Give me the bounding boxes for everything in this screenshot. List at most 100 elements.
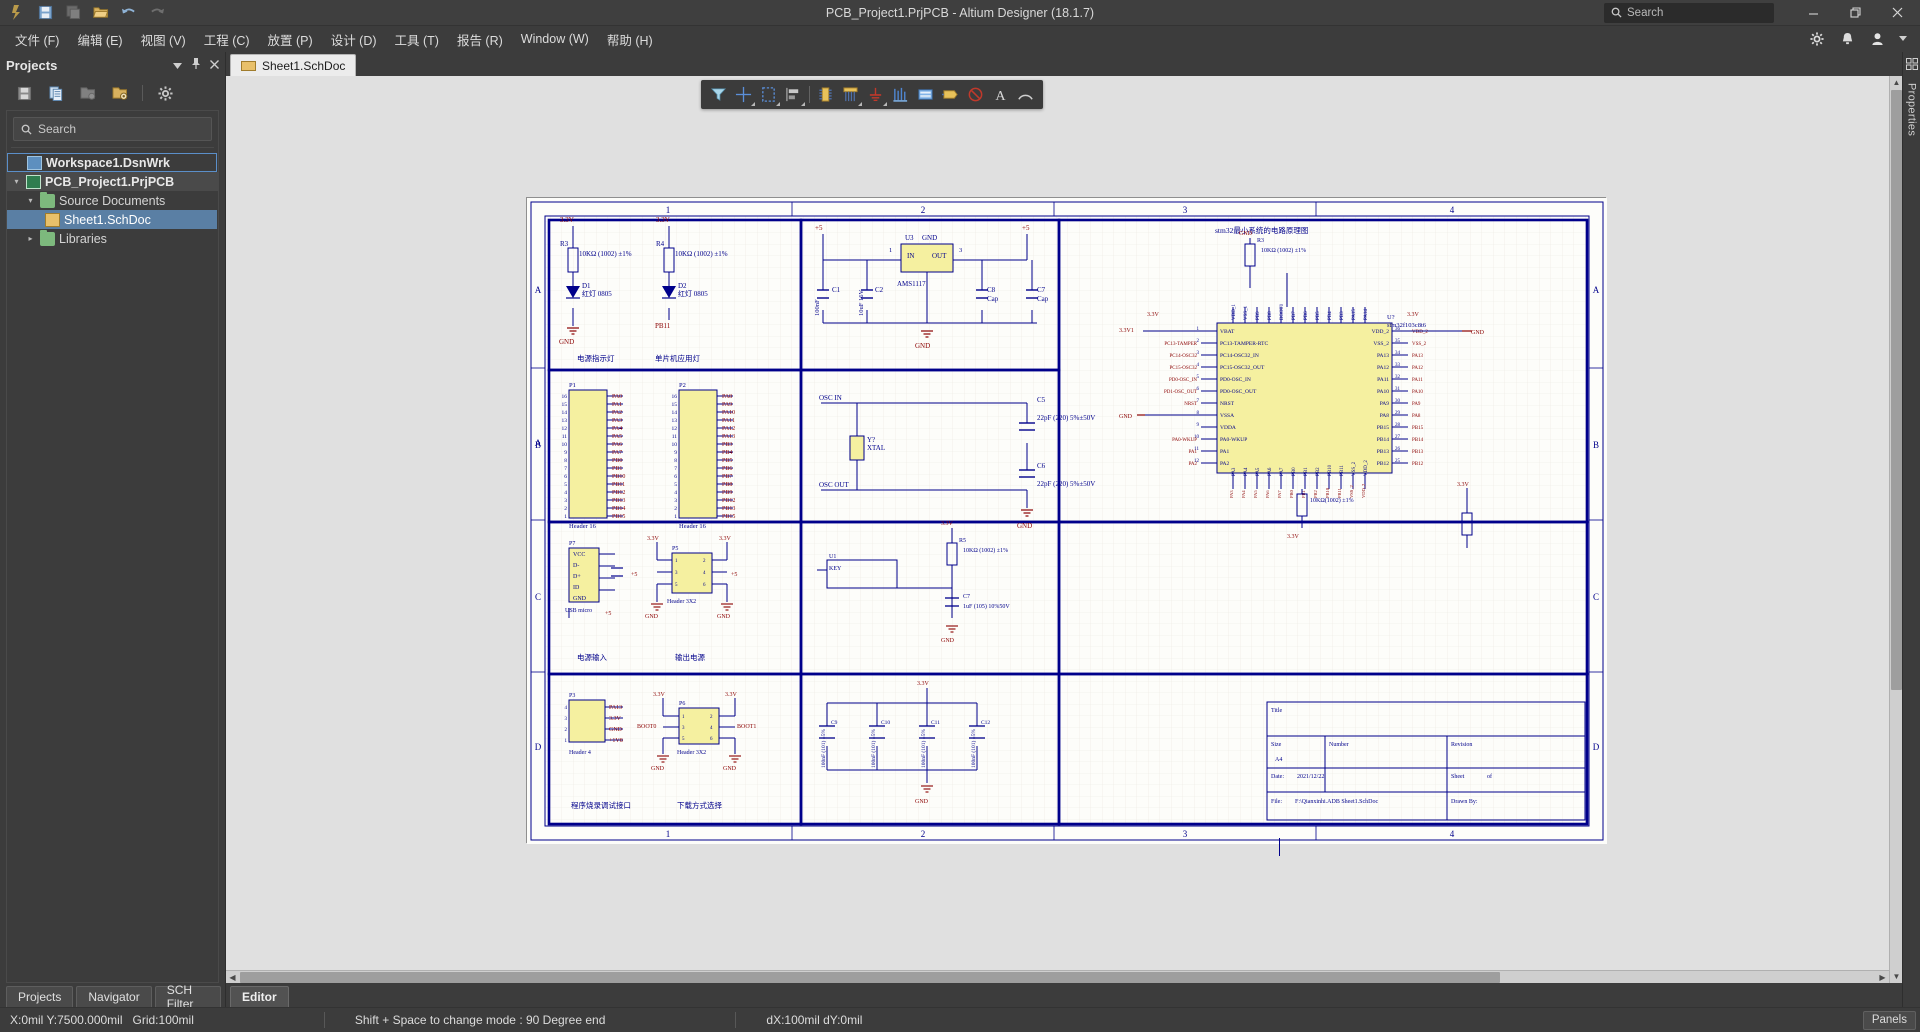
tree-item-project[interactable]: ▾ PCB_Project1.PrjPCB [7,172,218,191]
menu-tools[interactable]: 工具 (T) [386,26,448,53]
canvas-hscrollbar[interactable]: ◀ ▶ [226,970,1889,983]
menu-place[interactable]: 放置 (P) [259,26,322,53]
menu-design[interactable]: 设计 (D) [322,26,386,53]
svg-text:PB11: PB11 [655,322,671,330]
svg-text:PB12: PB12 [1377,461,1389,467]
panel-grid-icon[interactable] [1905,58,1918,73]
menu-view[interactable]: 视图 (V) [132,26,195,53]
svg-text:GND: GND [915,799,929,805]
menu-window[interactable]: Window (W) [512,28,598,50]
menu-project[interactable]: 工程 (C) [195,26,259,53]
svg-text:U1: U1 [829,554,836,560]
altium-logo-icon[interactable] [4,2,30,24]
menu-edit[interactable]: 编辑 (E) [68,26,131,53]
arc-icon[interactable] [1013,82,1038,107]
svg-text:100nF (101) ±5%: 100nF (101) ±5% [870,729,877,768]
svg-text:XTAL: XTAL [867,444,885,452]
panel-pin-icon[interactable] [191,58,201,72]
crosshair-place-icon[interactable] [731,82,756,107]
menu-reports[interactable]: 报告 (R) [448,26,512,53]
project-search-input[interactable]: Search [13,117,212,141]
svg-text:F:\Qianxinhi.ADB Sheet1.SchDoc: F:\Qianxinhi.ADB Sheet1.SchDoc [1295,799,1378,805]
source-documents-expander[interactable]: ▾ [25,196,36,205]
svg-text:PA13: PA13 [1377,353,1389,359]
restore-button[interactable] [1834,0,1876,26]
tab-navigator[interactable]: Navigator [76,986,152,1007]
tab-sch-filter[interactable]: SCH Filter [154,983,221,1011]
menu-help[interactable]: 帮助 (H) [598,26,662,53]
scroll-down-arrow[interactable]: ▼ [1890,971,1903,982]
project-options-icon[interactable] [110,83,130,103]
port-icon[interactable] [938,82,963,107]
menu-file[interactable]: 文件 (F) [6,26,68,53]
bell-icon[interactable] [1838,30,1856,48]
scroll-left-arrow[interactable]: ◀ [227,971,238,983]
copy-project-icon[interactable] [46,83,66,103]
panel-close-icon[interactable] [210,58,219,72]
align-icon[interactable] [781,82,806,107]
undo-icon[interactable] [116,2,142,24]
save-all-icon[interactable] [60,2,86,24]
svg-text:3.3V: 3.3V [1407,312,1420,318]
schematic-drawing: 1234 1234 AA x A BB CC DD [527,198,1607,844]
svg-text:PA6: PA6 [1268,467,1273,476]
gnd-power-port-icon[interactable] [863,82,888,107]
document-tab-sheet1[interactable]: Sheet1.SchDoc [230,54,357,76]
svg-text:PA15: PA15 [1352,309,1357,320]
component-icon[interactable] [813,82,838,107]
svg-text:PB0: PB0 [612,458,622,464]
user-icon[interactable] [1868,30,1886,48]
redo-icon[interactable] [144,2,170,24]
hscroll-thumb[interactable] [240,972,1500,983]
vscroll-thumb[interactable] [1891,90,1902,690]
svg-text:单片机应用灯: 单片机应用灯 [655,353,700,363]
rectangle-select-icon[interactable] [756,82,781,107]
tree-item-sheet1[interactable]: Sheet1.SchDoc [7,210,217,229]
no-erc-icon[interactable] [963,82,988,107]
filter-icon[interactable] [706,82,731,107]
svg-text:+5: +5 [1022,224,1030,232]
project-expander[interactable]: ▾ [11,177,22,186]
tree-item-libraries[interactable]: ▸ Libraries [7,229,218,248]
editor-button[interactable]: Editor [230,986,289,1007]
svg-text:PB12: PB12 [1412,462,1424,467]
minimize-button[interactable] [1792,0,1834,26]
tree-item-source-documents[interactable]: ▾ Source Documents [7,191,218,210]
svg-text:PB4: PB4 [1328,311,1333,320]
libraries-expander[interactable]: ▸ [25,234,36,243]
canvas-vscrollbar[interactable]: ▲ ▼ [1889,76,1902,983]
svg-text:PA5: PA5 [612,434,622,440]
sheet-symbol-icon[interactable] [913,82,938,107]
schematic-sheet[interactable]: 1234 1234 AA x A BB CC DD [526,197,1607,856]
panel-dropdown-icon[interactable] [173,58,182,72]
global-search-input[interactable]: Search [1604,2,1774,23]
svg-text:6: 6 [564,474,567,480]
close-project-icon[interactable] [78,83,98,103]
svg-text:VCC: VCC [573,552,585,558]
svg-text:3: 3 [1183,205,1188,215]
svg-text:D2: D2 [678,282,687,290]
libraries-label: Libraries [59,231,107,246]
gear-icon[interactable] [1808,30,1826,48]
svg-text:VDDA: VDDA [1220,425,1236,431]
right-panel-tab-properties[interactable]: Properties [1906,83,1918,136]
net-label-icon[interactable] [888,82,913,107]
schematic-canvas[interactable]: A 1 2 3 4 1 2 3 4 A A A B B C C D D 3.3V… [226,76,1889,983]
svg-text:OUT: OUT [932,252,947,260]
tab-projects[interactable]: Projects [6,986,74,1007]
tree-item-workspace[interactable]: Workspace1.DsnWrk [7,153,217,172]
svg-text:VDD_2: VDD_2 [1364,460,1369,476]
chevron-down-icon[interactable] [1898,30,1908,48]
svg-text:Cap: Cap [987,295,999,303]
scroll-up-arrow[interactable]: ▲ [1890,77,1903,88]
settings-icon[interactable] [155,83,175,103]
panels-button[interactable]: Panels [1862,1010,1916,1030]
close-button[interactable] [1876,0,1918,26]
save-project-icon[interactable] [14,83,34,103]
open-folder-icon[interactable] [88,2,114,24]
scroll-right-arrow[interactable]: ▶ [1877,971,1888,983]
text-icon[interactable]: A [988,82,1013,107]
svg-text:ID: ID [573,585,580,591]
bus-icon[interactable] [838,82,863,107]
save-icon[interactable] [32,2,58,24]
